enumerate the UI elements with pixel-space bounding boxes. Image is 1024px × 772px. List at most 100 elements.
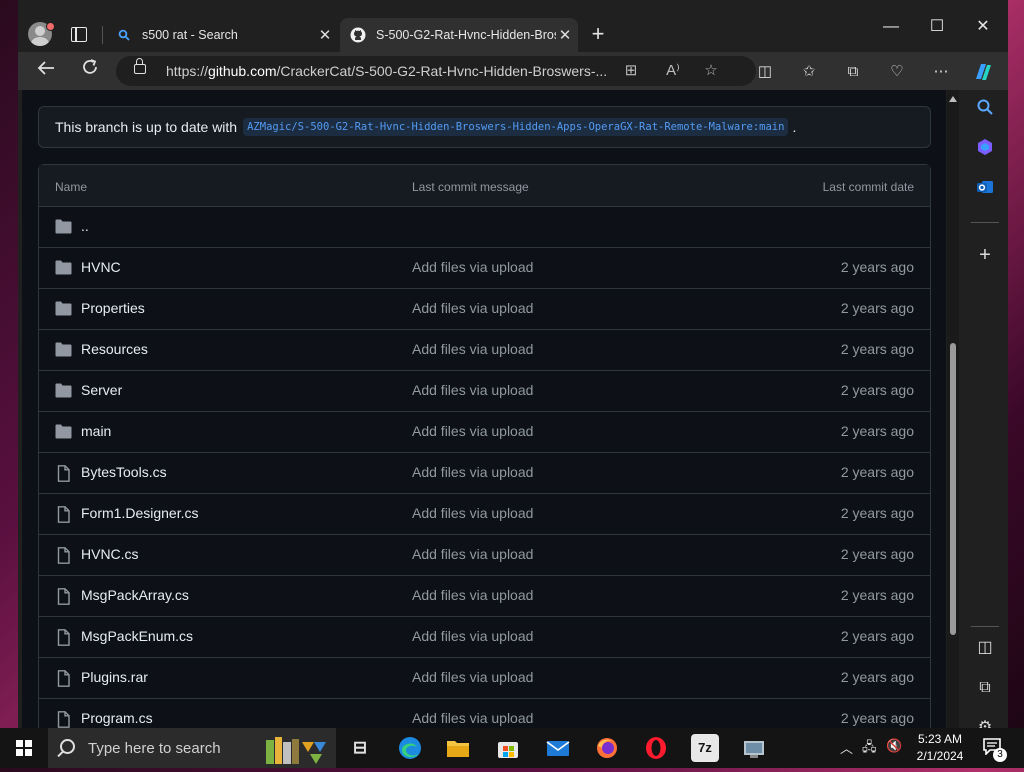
mail-icon[interactable]	[544, 734, 572, 762]
commit-message-link[interactable]: Add files via upload	[412, 710, 533, 726]
page-scrollbar[interactable]	[947, 90, 959, 728]
maximize-icon[interactable]: ☐	[914, 12, 960, 42]
scroll-up-arrow-icon[interactable]	[949, 96, 957, 102]
file-name-link[interactable]: Plugins.rar	[81, 669, 148, 685]
file-name-link[interactable]: HVNC.cs	[81, 546, 139, 562]
commit-date: 2 years ago	[840, 382, 914, 398]
sidebar-outlook-icon[interactable]	[973, 178, 997, 202]
opera-icon[interactable]	[642, 734, 670, 762]
branch-status-suffix: .	[792, 119, 797, 135]
close-window-icon[interactable]: ✕	[960, 12, 1006, 42]
split-screen-icon[interactable]: ◫	[754, 61, 776, 83]
commit-message-link[interactable]: Add files via upload	[412, 300, 533, 316]
tab-close-icon[interactable]: ✕	[316, 26, 334, 44]
scrollbar-thumb[interactable]	[950, 343, 956, 635]
folder-icon	[55, 301, 72, 316]
file-name-link[interactable]: Program.cs	[81, 710, 153, 726]
commit-date: 2 years ago	[840, 587, 914, 603]
file-name-link[interactable]: BytesTools.cs	[81, 464, 167, 480]
file-name-link[interactable]: main	[81, 423, 111, 439]
file-name-link[interactable]: Resources	[81, 341, 148, 357]
file-name-link[interactable]: Server	[81, 382, 122, 398]
refresh-icon[interactable]	[76, 58, 104, 84]
minimize-icon[interactable]: —	[868, 12, 914, 42]
commit-message-link[interactable]: Add files via upload	[412, 505, 533, 521]
task-view-icon[interactable]: ⊟	[346, 734, 374, 762]
clock[interactable]: 5:23 AM 2/1/2024	[912, 731, 968, 765]
table-row[interactable]: Plugins.rar Add files via upload 2 years a…	[39, 658, 930, 699]
file-name-link[interactable]: Properties	[81, 300, 145, 316]
lock-icon[interactable]	[134, 58, 146, 74]
new-tab-icon[interactable]: +	[586, 22, 610, 46]
file-explorer-icon[interactable]	[444, 734, 472, 762]
tab-title: S-500-G2-Rat-Hvnc-Hidden-Bros	[376, 28, 556, 42]
sidebar-search-icon[interactable]	[973, 98, 997, 122]
edge-sidebar: + ◫ ⧉ ⚙	[962, 90, 1008, 728]
taskbar-search-input[interactable]: Type here to search	[48, 728, 336, 768]
file-name-link[interactable]: HVNC	[81, 259, 121, 275]
table-row[interactable]: Program.cs Add files via upload 2 years ag…	[39, 699, 930, 728]
commit-date: 2 years ago	[840, 628, 914, 644]
table-row[interactable]: Properties Add files via upload 2 years ag…	[39, 289, 930, 330]
table-row[interactable]: HVNC Add files via upload 2 years ago	[39, 248, 930, 289]
table-row[interactable]: BytesTools.cs Add files via upload 2 years…	[39, 453, 930, 494]
favorite-star-icon[interactable]: ☆	[700, 60, 722, 82]
more-menu-icon[interactable]: ⋯	[930, 61, 952, 83]
url-text: https://github.com/CrackerCat/S-500-G2-R…	[166, 63, 608, 79]
store-icon[interactable]	[494, 734, 522, 762]
table-row[interactable]: ..	[39, 207, 930, 248]
back-icon[interactable]	[32, 58, 60, 84]
commit-message-link[interactable]: Add files via upload	[412, 587, 533, 603]
file-icon	[55, 711, 72, 728]
show-hidden-icons-icon[interactable]: ︿	[840, 738, 853, 757]
table-row[interactable]: Server Add files via upload 2 years ago	[39, 371, 930, 412]
commit-message-link[interactable]: Add files via upload	[412, 423, 533, 439]
search-highlight-icon	[266, 737, 326, 764]
edge-icon[interactable]	[396, 734, 424, 762]
windows-start-icon[interactable]	[16, 740, 32, 756]
table-row[interactable]: MsgPackEnum.cs Add files via upload 2 year…	[39, 617, 930, 658]
7zip-icon[interactable]: 7z	[691, 734, 719, 762]
commit-message-link[interactable]: Add files via upload	[412, 669, 533, 685]
folder-icon	[55, 260, 72, 275]
app-available-icon[interactable]: ⊞	[620, 60, 642, 82]
tab-close-icon[interactable]: ✕	[556, 26, 574, 44]
commit-message-link[interactable]: Add files via upload	[412, 341, 533, 357]
commit-message-link[interactable]: Add files via upload	[412, 382, 533, 398]
network-icon[interactable]: 🖧	[862, 738, 877, 760]
hide-sidebar-icon[interactable]: ◫	[973, 636, 997, 660]
favorites-icon[interactable]: ✩	[798, 61, 820, 83]
file-name-link[interactable]: MsgPackEnum.cs	[81, 628, 193, 644]
sidebar-settings-icon[interactable]: ⚙	[973, 716, 997, 728]
browser-essentials-icon[interactable]: ♡	[886, 61, 908, 83]
commit-message-link[interactable]: Add files via upload	[412, 628, 533, 644]
tab-search[interactable]: s500 rat - Search ✕	[106, 18, 338, 52]
upstream-branch-link[interactable]: AZMagic/S-500-G2-Rat-Hvnc-Hidden-Broswer…	[243, 118, 789, 136]
commit-date: 2 years ago	[840, 259, 914, 275]
table-row[interactable]: main Add files via upload 2 years ago	[39, 412, 930, 453]
sidebar-copilot-icon[interactable]	[973, 138, 997, 162]
search-icon	[116, 27, 132, 43]
sidebar-add-icon[interactable]: +	[973, 243, 997, 267]
url-input[interactable]: https://github.com/CrackerCat/S-500-G2-R…	[116, 56, 756, 86]
copilot-icon[interactable]	[972, 61, 994, 83]
app-icon[interactable]	[740, 734, 768, 762]
open-in-window-icon[interactable]: ⧉	[973, 676, 997, 700]
table-row[interactable]: Resources Add files via upload 2 years ago	[39, 330, 930, 371]
tab-actions-icon[interactable]	[71, 27, 87, 42]
firefox-icon[interactable]	[593, 734, 621, 762]
collections-icon[interactable]: ⧉	[842, 61, 864, 83]
commit-message-link[interactable]: Add files via upload	[412, 546, 533, 562]
commit-message-link[interactable]: Add files via upload	[412, 464, 533, 480]
table-row[interactable]: Form1.Designer.cs Add files via upload 2 y…	[39, 494, 930, 535]
file-name-link[interactable]: MsgPackArray.cs	[81, 587, 189, 603]
tab-github[interactable]: S-500-G2-Rat-Hvnc-Hidden-Bros ✕	[340, 18, 578, 52]
commit-message-link[interactable]: Add files via upload	[412, 259, 533, 275]
table-row[interactable]: MsgPackArray.cs Add files via upload 2 yea…	[39, 576, 930, 617]
volume-muted-icon[interactable]: 🔇	[886, 738, 902, 754]
read-aloud-icon[interactable]: A⁾	[662, 60, 684, 82]
file-name-link[interactable]: ..	[81, 218, 89, 234]
table-row[interactable]: HVNC.cs Add files via upload 2 years ago	[39, 535, 930, 576]
column-name-header: Name	[55, 180, 88, 194]
file-name-link[interactable]: Form1.Designer.cs	[81, 505, 198, 521]
